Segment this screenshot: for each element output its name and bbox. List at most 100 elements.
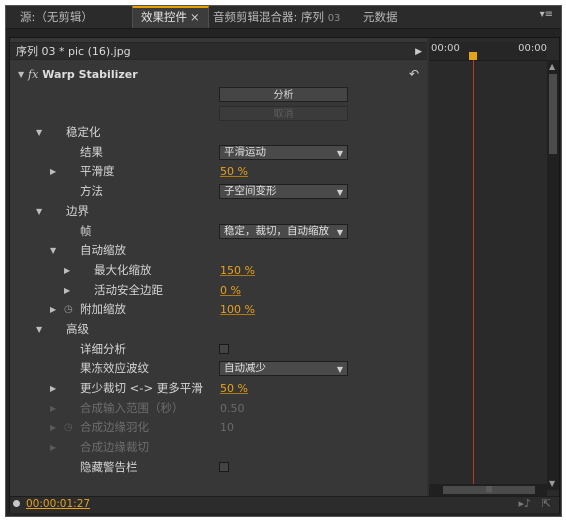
method-dropdown[interactable]: 子空间变形 ▼ [219, 184, 348, 199]
mini-timeline: 00:00 00:00 ▲ ▼ ||| [429, 38, 559, 512]
tab-metadata[interactable]: 元数据 [355, 6, 406, 28]
param-label: 帧 [80, 224, 92, 238]
param-label: 活动安全边距 [94, 283, 163, 297]
analyze-button[interactable]: 分析 [219, 87, 348, 102]
tab-metadata-label: 元数据 [363, 10, 398, 24]
smoothness-value[interactable]: 50 % [220, 162, 248, 181]
param-row-result: 结果 平滑运动 ▼ [10, 143, 427, 162]
param-row-detailed-analysis: 详细分析 [10, 340, 427, 359]
chevron-down-icon: ▼ [336, 149, 343, 158]
synthesis-input-range-value: 0.50 [220, 402, 245, 415]
framing-dropdown[interactable]: 稳定，裁切，自动缩放 ▼ [219, 224, 348, 239]
result-dropdown[interactable]: 平滑运动 ▼ [219, 145, 348, 160]
panel-tab-bar: 源:（无剪辑） 效果控件 × 音频剪辑混合器: 序列 03 元数据 ▾≡ [6, 6, 561, 29]
max-scale-value[interactable]: 150 % [220, 261, 255, 280]
horizontal-scrollbar[interactable]: ||| [429, 484, 547, 496]
playhead-line [473, 60, 474, 484]
expand-triangle-icon: ▶ [50, 404, 57, 413]
param-label: 详细分析 [80, 342, 126, 356]
param-label: 方法 [80, 184, 103, 198]
scrollbar-thumb[interactable] [549, 74, 557, 154]
effect-controls-panel: 序列 03 * pic (16).jpg ▶ ▼ fx Warp Stabiliz… [9, 37, 560, 513]
panel-footer: 00:00:01:27 ▸♪ ⇱ [10, 496, 559, 513]
expand-triangle-icon[interactable]: ▶ [50, 300, 56, 319]
playhead-icon[interactable] [469, 52, 477, 60]
param-row-framing: 帧 稳定，裁切，自动缩放 ▼ [10, 222, 427, 241]
tab-audio-mixer-label: 音频剪辑混合器: 序列 [213, 10, 325, 24]
reset-icon[interactable]: ↶ [409, 65, 419, 84]
current-timecode[interactable]: 00:00:01:27 [26, 498, 90, 510]
fx-toggle-icon[interactable]: fx [28, 68, 38, 81]
param-row-max-scale[interactable]: ▶ 最大化缩放 150 % [10, 261, 427, 280]
collapse-triangle-icon[interactable]: ▼ [18, 65, 24, 84]
timeline-end-timecode: 00:00 [518, 43, 547, 54]
param-label: 最大化缩放 [94, 263, 152, 277]
panel-menu-icon[interactable]: ▾≡ [540, 9, 553, 20]
scroll-down-icon[interactable]: ▼ [549, 479, 555, 488]
param-row-borders[interactable]: ▼ 边界 [10, 202, 427, 221]
tab-audio-mixer[interactable]: 音频剪辑混合器: 序列 03 [205, 6, 348, 28]
chevron-down-icon: ▼ [336, 365, 343, 374]
tab-effect-controls-label: 效果控件 [141, 10, 187, 24]
param-row-synthesis-edge-cropping: ▶ 合成边缘裁切 [10, 438, 427, 457]
param-label: 附加缩放 [80, 302, 126, 316]
timeline-start-timecode: 00:00 [431, 43, 460, 54]
chevron-down-icon: ▼ [336, 188, 343, 197]
additional-scale-value[interactable]: 100 % [220, 300, 255, 319]
action-safe-margin-value[interactable]: 0 % [220, 281, 241, 300]
export-icon[interactable]: ⇱ [542, 497, 551, 510]
param-row-crop-vs-smooth[interactable]: ▶ 更少裁切 <-> 更多平滑 50 % [10, 379, 427, 398]
param-label: 平滑度 [80, 164, 115, 178]
expand-triangle-icon[interactable]: ▶ [64, 281, 70, 300]
param-label: 合成输入范围（秒） [80, 401, 184, 415]
crop-vs-smooth-value[interactable]: 50 % [220, 379, 248, 398]
play-audio-icon[interactable]: ▸♪ [518, 497, 531, 510]
chevron-down-icon: ▼ [336, 228, 343, 237]
param-row-synthesis-input-range: ▶ 合成输入范围（秒） 0.50 [10, 399, 427, 418]
param-label: 合成边缘裁切 [80, 440, 149, 454]
close-tab-icon[interactable]: × [190, 10, 200, 24]
rolling-shutter-dropdown[interactable]: 自动减少 ▼ [219, 361, 348, 376]
param-label: 高级 [66, 322, 89, 336]
param-row-method: 方法 子空间变形 ▼ [10, 182, 427, 201]
expand-triangle-icon[interactable]: ▶ [50, 162, 56, 181]
hide-warning-banner-checkbox[interactable] [219, 462, 229, 472]
effect-controls-window: 源:（无剪辑） 效果控件 × 音频剪辑混合器: 序列 03 元数据 ▾≡ 序列 0… [5, 5, 562, 517]
param-row-hide-warning-banner: 隐藏警告栏 [10, 458, 427, 477]
param-row-rolling-shutter: 果冻效应波纹 自动减少 ▼ [10, 359, 427, 378]
vertical-scrollbar[interactable]: ▲ ▼ [547, 60, 559, 490]
effect-title: Warp Stabilizer [42, 68, 138, 81]
expand-triangle-icon[interactable]: ▶ [50, 379, 56, 398]
cancel-button[interactable]: 取消 [219, 106, 348, 121]
stopwatch-icon: ◷ [64, 422, 73, 433]
param-row-advanced[interactable]: ▼ 高级 [10, 320, 427, 339]
param-label: 自动缩放 [80, 243, 126, 257]
collapse-triangle-icon[interactable]: ▼ [36, 202, 42, 221]
tab-source[interactable]: 源:（无剪辑） [12, 6, 101, 28]
param-row-additional-scale[interactable]: ▶ ◷ 附加缩放 100 % [10, 300, 427, 319]
detailed-analysis-checkbox[interactable] [219, 344, 229, 354]
sequence-clip-header: 序列 03 * pic (16).jpg ▶ [10, 42, 427, 60]
show-timeline-icon[interactable]: ▶ [415, 43, 422, 61]
param-label: 稳定化 [66, 125, 101, 139]
expand-triangle-icon: ▶ [50, 423, 57, 432]
param-row-auto-scale[interactable]: ▼ 自动缩放 [10, 241, 427, 260]
param-row-smoothness[interactable]: ▶ 平滑度 50 % [10, 162, 427, 181]
param-row-synthesis-edge-feather: ▶ ◷ 合成边缘羽化 10 [10, 418, 427, 437]
param-row-stabilization[interactable]: ▼ 稳定化 [10, 123, 427, 142]
tab-audio-mixer-sequence-number: 03 [327, 13, 341, 24]
param-label: 果冻效应波纹 [80, 361, 149, 375]
collapse-triangle-icon[interactable]: ▼ [36, 320, 42, 339]
time-ruler[interactable]: 00:00 00:00 [429, 42, 547, 61]
param-row-action-safe-margin[interactable]: ▶ 活动安全边距 0 % [10, 281, 427, 300]
param-label: 更少裁切 <-> 更多平滑 [80, 381, 203, 395]
tab-effect-controls[interactable]: 效果控件 × [132, 6, 209, 28]
effect-header-row[interactable]: ▼ fx Warp Stabilizer ↶ [10, 65, 427, 84]
zoom-scroll-thumb[interactable]: ||| [443, 486, 535, 494]
collapse-triangle-icon[interactable]: ▼ [36, 123, 42, 142]
scroll-up-icon[interactable]: ▲ [549, 62, 555, 71]
stopwatch-icon[interactable]: ◷ [64, 300, 73, 319]
collapse-triangle-icon[interactable]: ▼ [50, 241, 56, 260]
expand-triangle-icon[interactable]: ▶ [64, 261, 70, 280]
tab-source-label: 源:（无剪辑） [20, 10, 93, 24]
